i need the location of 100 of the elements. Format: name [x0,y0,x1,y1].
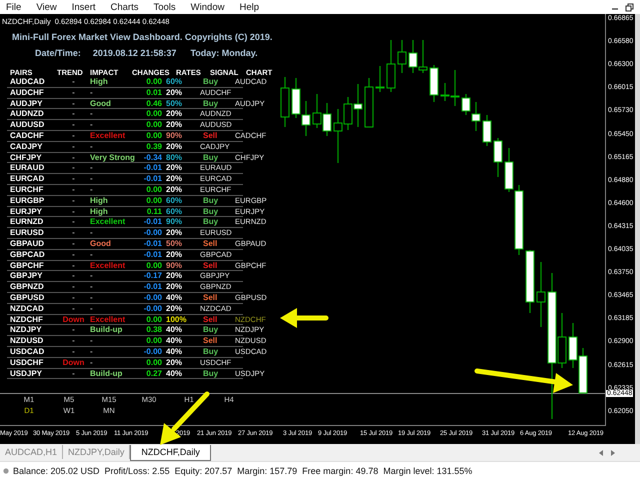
impact-cell-text: - [90,336,94,347]
trend-cell-text: - [71,109,76,120]
rate-cell-text: 90% [165,217,184,228]
candle [398,40,406,74]
impact-cell-text: - [90,282,94,293]
scroll-left-icon[interactable] [598,448,604,456]
pair-cell-text: AUDNZD [10,109,45,120]
pair-cell-text: GBPJPY [10,271,44,282]
pair-cell-text: EURNZD [10,217,44,228]
candle [430,64,438,102]
signal-cell-text: Buy [202,206,220,218]
pair-cell-text: AUDCAD [10,77,46,88]
trend-cell-text: - [71,217,76,228]
candle [376,66,384,92]
change-cell-text: -0.01 [142,238,162,250]
candle [364,78,374,128]
menu-item[interactable]: Insert [72,2,96,12]
candle [386,40,396,92]
candle [302,100,310,136]
change-cell-text: 0.01 [145,88,162,99]
change-cell-text: 0.00 [145,336,162,347]
restore-icon[interactable] [625,2,634,12]
trend-cell-text: - [71,142,76,153]
pair-cell-text: AUDJPY [10,98,44,110]
signal-cell-text: Buy [202,217,220,228]
rate-cell-text: 20% [165,88,184,99]
candle [482,114,492,146]
candle [494,138,502,178]
trend-cell-text: - [71,336,76,347]
signal-cell-text: Buy [202,368,220,380]
impact-cell-text: High [90,196,109,207]
rate-cell-text: 50% [165,98,184,110]
rate-cell-text: 50% [165,238,184,250]
scroll-right-icon[interactable] [610,448,616,456]
signal-cell-text: Buy [202,346,220,358]
impact-cell-text: Excellent [90,130,126,142]
impact-cell-text: - [90,109,94,120]
trend-cell-text: - [71,238,76,250]
trend-cell-text: - [71,184,76,196]
candle [526,250,534,314]
pair-cell-text: EURGBP [10,196,46,207]
candle [408,40,418,74]
change-cell-text: 0.00 [145,314,162,326]
menu-item[interactable]: File [6,2,22,12]
rate-cell-text: 20% [165,142,184,153]
change-cell-text: -0.00 [142,346,162,358]
pair-cell-text: GBPUSD [10,292,46,304]
rate-cell-text: 40% [165,325,184,336]
pair-cell-text: USDCAD [10,346,46,358]
impact-cell-text: Good [90,238,112,250]
rate-cell-text: 20% [165,109,184,120]
rate-cell-text: 60% [165,196,184,207]
rate-cell-text: 100% [165,314,188,326]
change-cell-text: 0.38 [145,325,162,336]
impact-cell-text: - [90,120,94,131]
arrow [280,308,328,328]
chart-tab[interactable]: NZDCHF,Daily [130,445,211,461]
candle [312,94,322,128]
trend-cell-text: - [71,152,76,164]
pair-cell-text: NZDUSD [10,336,44,347]
change-cell-text: -0.01 [142,174,162,185]
candle [462,94,470,116]
signal-cell-text: Sell [202,314,218,326]
candle [536,262,546,328]
rate-cell-text: 80% [165,152,184,164]
rate-cell-text: 20% [165,271,184,282]
pair-cell-text: GBPCAD [10,250,46,261]
trend-cell-text: - [71,206,76,218]
pair-cell-text: EURAUD [10,163,46,174]
signal-cell-text: Buy [202,325,220,336]
datetime-value: 2019.08.12 21:58:37 [92,48,176,60]
rate-cell-text: 20% [165,228,184,239]
impact-cell-text: Very Strong [90,152,136,164]
signal-cell-text: Buy [202,77,220,88]
change-cell-text: 0.11 [146,206,162,218]
trend-cell-text: Down [62,358,86,369]
menu-item[interactable]: View [36,2,57,12]
change-cell-text: -0.17 [142,271,162,282]
menu-item[interactable]: Window [190,2,224,12]
impact-cell-text: - [90,271,94,282]
menu-item[interactable]: Tools [153,2,176,12]
rate-cell-text: 60% [165,77,184,88]
pair-cell-text: EURCAD [10,174,46,185]
rate-cell-text: 40% [165,368,184,380]
impact-cell-text: - [90,358,94,369]
trend-cell-text: - [71,120,76,131]
impact-cell-text: - [90,250,94,261]
menu-item[interactable]: Charts [110,2,138,12]
impact-cell-text: - [90,174,94,185]
change-cell-text: -0.01 [142,163,162,174]
pair-cell-text: CADJPY [10,142,44,153]
pair-cell-text: AUDCHF [10,88,45,99]
today-label: Today: Monday. [190,48,258,60]
change-cell-text: 0.00 [145,184,162,196]
impact-cell-text: Excellent [90,217,126,228]
dashboard-title: Mini-Full Forex Market View Dashboard. Copyrights (C) 2019. [12,32,274,44]
candle [292,78,300,118]
menu-item[interactable]: Help [239,2,260,12]
trend-cell-text: - [71,304,76,315]
pair-cell-text: USDCHF [10,358,44,369]
